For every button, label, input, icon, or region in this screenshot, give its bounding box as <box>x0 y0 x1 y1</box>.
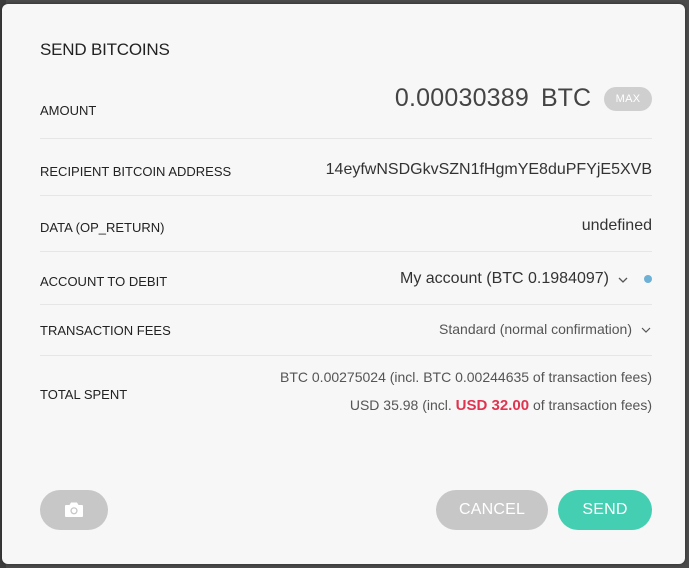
account-value: My account (BTC 0.1984097) <box>400 270 609 287</box>
fees-select[interactable]: Standard (normal confirmation) <box>439 321 652 337</box>
recipient-row: RECIPIENT BITCOIN ADDRESS 14eyfwNSDGkvSZ… <box>40 139 652 196</box>
total-row: TOTAL SPENT BTC 0.00275024 (incl. BTC 0.… <box>40 356 652 436</box>
send-bitcoins-modal: SEND BITCOINS AMOUNT 0.00030389 BTC MAX … <box>2 4 685 564</box>
recipient-address: 14eyfwNSDGkvSZN1fHgmYE8duPFYjE5XVB <box>325 161 652 178</box>
data-row: DATA (OP_RETURN) undefined <box>40 196 652 252</box>
amount-input[interactable]: 0.00030389 <box>395 84 529 113</box>
amount-row: AMOUNT 0.00030389 BTC MAX <box>40 76 652 139</box>
account-select[interactable]: My account (BTC 0.1984097) <box>400 270 652 288</box>
data-value: undefined <box>581 217 652 234</box>
total-usd-fee: USD 32.00 <box>455 397 530 414</box>
data-label: DATA (OP_RETURN) <box>40 220 165 235</box>
max-button[interactable]: MAX <box>604 86 652 111</box>
account-row: ACCOUNT TO DEBIT My account (BTC 0.19840… <box>40 252 652 305</box>
send-button[interactable]: SEND <box>558 490 652 530</box>
total-btc: BTC 0.00275024 (incl. BTC 0.00244635 of … <box>280 369 652 385</box>
recipient-label: RECIPIENT BITCOIN ADDRESS <box>40 164 232 179</box>
amount-label: AMOUNT <box>40 103 97 118</box>
account-status-dot <box>644 275 652 283</box>
fees-row: TRANSACTION FEES Standard (normal confir… <box>40 305 652 356</box>
fees-label: TRANSACTION FEES <box>40 323 171 338</box>
cancel-button[interactable]: CANCEL <box>436 490 548 530</box>
total-usd-prefix: USD 35.98 (incl. <box>349 397 452 413</box>
account-label: ACCOUNT TO DEBIT <box>40 274 168 289</box>
chevron-down-icon <box>617 273 629 285</box>
camera-button[interactable] <box>40 490 108 530</box>
total-usd: USD 35.98 (incl. USD 32.00 of transactio… <box>350 397 652 414</box>
camera-icon <box>65 502 83 517</box>
fees-value: Standard (normal confirmation) <box>439 321 632 337</box>
total-label: TOTAL SPENT <box>40 387 128 402</box>
amount-field: 0.00030389 BTC MAX <box>395 84 652 113</box>
chevron-down-icon <box>640 323 652 335</box>
amount-unit: BTC <box>541 84 591 112</box>
total-usd-suffix: of transaction fees) <box>532 397 652 413</box>
modal-title: SEND BITCOINS <box>40 40 170 59</box>
